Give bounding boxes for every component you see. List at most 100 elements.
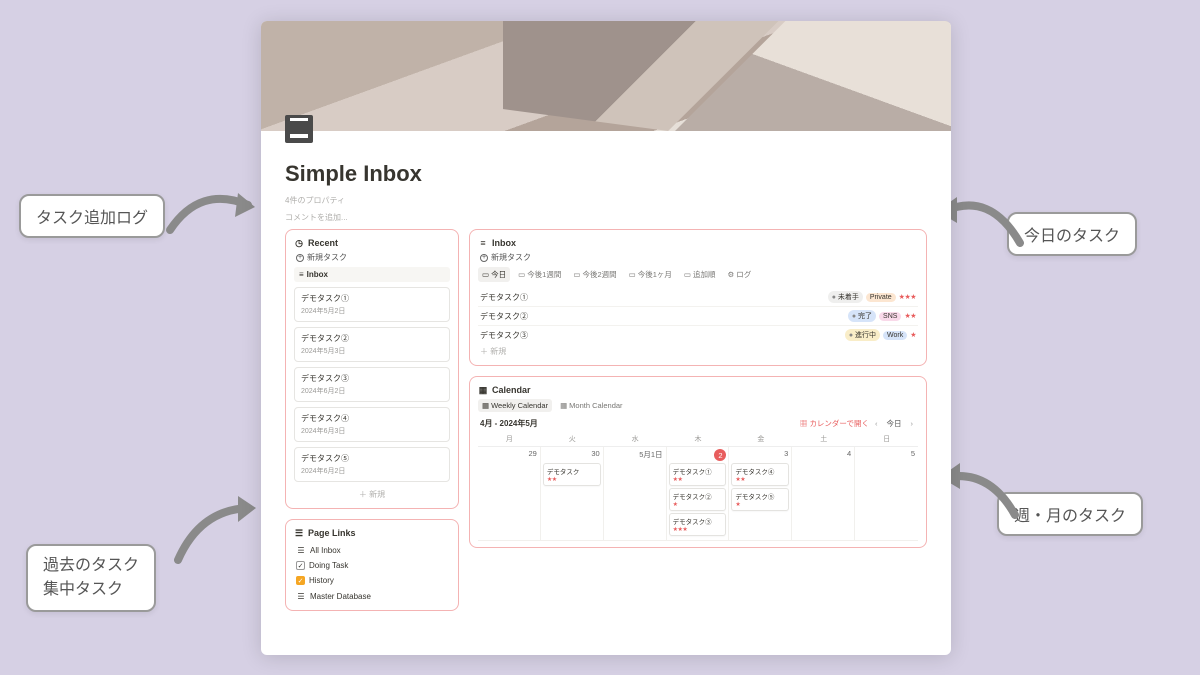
page-title[interactable]: Simple Inbox — [285, 161, 927, 187]
page-links-title: Page Links — [308, 528, 356, 538]
calendar-cell[interactable]: 4 — [792, 447, 855, 541]
database-icon: ☰ — [296, 591, 306, 601]
day-header: 金 — [729, 432, 792, 447]
tab-icon: ▭ — [518, 270, 525, 279]
calendar-cell[interactable]: 5月1日 — [604, 447, 667, 541]
calendar-event[interactable]: デモタスク②★ — [669, 488, 727, 511]
calendar-title: Calendar — [492, 385, 531, 395]
clock-icon: ◷ — [294, 238, 304, 248]
status-tag: ● 進行中 — [845, 329, 880, 341]
tab-icon: ▭ — [684, 270, 691, 279]
recent-card[interactable]: デモタスク④2024年6月3日 — [294, 407, 450, 442]
panel-page-links: ☰Page Links ☰All Inbox✓Doing Task✓Histor… — [285, 519, 459, 611]
recent-card[interactable]: デモタスク⑤2024年6月2日 — [294, 447, 450, 482]
tab-icon: ▭ — [573, 270, 580, 279]
calendar-cell[interactable]: 5 — [855, 447, 918, 541]
inbox-icon: ☰ — [296, 545, 306, 555]
new-task-button[interactable]: +新規タスク — [480, 252, 918, 263]
group-inbox[interactable]: ≡Inbox — [294, 267, 450, 282]
day-number: 3 — [784, 449, 788, 458]
checkbox-icon: ✓ — [296, 576, 305, 585]
arrow-icon — [170, 490, 260, 562]
page-link-item[interactable]: ☰Master Database — [294, 588, 450, 604]
recent-card[interactable]: デモタスク②2024年5月3日 — [294, 327, 450, 362]
recent-card[interactable]: デモタスク③2024年6月2日 — [294, 367, 450, 402]
day-number: 4 — [847, 449, 851, 458]
priority-stars: ★★ — [904, 312, 916, 320]
priority-stars: ★ — [910, 331, 916, 339]
tab-icon: ▭ — [629, 270, 636, 279]
inbox-tab[interactable]: ▭今後2週間 — [569, 267, 620, 282]
arrow-icon — [160, 175, 260, 245]
inbox-row[interactable]: デモタスク② ● 完了 SNS ★★ — [478, 307, 918, 326]
day-header: 火 — [541, 432, 604, 447]
inbox-tab[interactable]: ▭追加順 — [680, 267, 720, 282]
page-link-item[interactable]: ✓Doing Task — [294, 558, 450, 573]
status-tag: ● 未着手 — [828, 291, 863, 303]
calendar-event[interactable]: デモタスク★★ — [543, 463, 601, 486]
status-tag: ● 完了 — [848, 310, 876, 322]
link-icon: ☰ — [294, 528, 304, 538]
prev-button[interactable]: ‹ — [872, 419, 881, 428]
calendar-cell[interactable]: 30 デモタスク★★ — [541, 447, 604, 541]
calendar-icon: ▦ — [482, 401, 489, 410]
checkbox-icon: ✓ — [296, 561, 305, 570]
calendar-cell[interactable]: 3 デモタスク④★★デモタスク⑤★ — [729, 447, 792, 541]
calendar-event[interactable]: デモタスク④★★ — [731, 463, 789, 486]
tab-icon: ▭ — [482, 270, 489, 279]
callout-past-focus: 過去のタスク 集中タスク — [26, 544, 156, 612]
open-in-calendar[interactable]: ▦ カレンダーで開く — [800, 418, 869, 429]
panel-recent: ◷ Recent +新規タスク ≡Inbox デモタスク①2024年5月2日デモタ… — [285, 229, 459, 509]
inbox-tab[interactable]: ▭今後1週間 — [514, 267, 565, 282]
page-link-item[interactable]: ✓History — [294, 573, 450, 588]
day-header: 日 — [855, 432, 918, 447]
tab-icon: ⚙ — [727, 270, 734, 279]
inbox-row[interactable]: デモタスク③ ● 進行中 Work ★ — [478, 326, 918, 344]
calendar-cell[interactable]: 29 — [478, 447, 541, 541]
callout-today: 今日のタスク — [1007, 212, 1137, 256]
inbox-row[interactable]: デモタスク① ● 未着手 Private ★★★ — [478, 288, 918, 307]
add-comment[interactable]: コメントを追加... — [285, 212, 927, 223]
calendar-tab[interactable]: ▦ Month Calendar — [556, 399, 626, 412]
day-header: 木 — [667, 432, 730, 447]
list-icon: ≡ — [478, 238, 488, 248]
calendar-range: 4月 - 2024年5月 — [480, 418, 538, 429]
calendar-cell[interactable]: 2 デモタスク①★★デモタスク②★デモタスク③★★★ — [667, 447, 730, 541]
day-header: 水 — [604, 432, 667, 447]
add-row[interactable]: ＋ 新規 — [294, 487, 450, 502]
category-tag: SNS — [879, 312, 901, 321]
calendar-event[interactable]: デモタスク③★★★ — [669, 513, 727, 536]
day-number: 5 — [911, 449, 915, 458]
properties-hint[interactable]: 4件のプロパティ — [285, 195, 927, 206]
new-task-button[interactable]: +新規タスク — [296, 252, 450, 263]
calendar-event[interactable]: デモタスク⑤★ — [731, 488, 789, 511]
calendar-icon: ▦ — [560, 401, 567, 410]
cover-image — [261, 21, 951, 131]
day-number: 2 — [714, 449, 726, 461]
page-icon[interactable] — [285, 115, 313, 143]
calendar-icon: ▦ — [478, 385, 488, 395]
add-row[interactable]: ＋ 新規 — [478, 344, 918, 359]
day-number: 29 — [529, 449, 537, 458]
inbox-tab[interactable]: ▭今後1ヶ月 — [625, 267, 676, 282]
list-icon: ≡ — [299, 270, 304, 279]
day-header: 土 — [792, 432, 855, 447]
priority-stars: ★★★ — [899, 293, 916, 301]
today-button[interactable]: 今日 — [884, 418, 905, 429]
recent-card[interactable]: デモタスク①2024年5月2日 — [294, 287, 450, 322]
app-window: Simple Inbox 4件のプロパティ コメントを追加... ◷ Recent… — [261, 21, 951, 655]
calendar-tab[interactable]: ▦ Weekly Calendar — [478, 399, 552, 412]
recent-title: Recent — [308, 238, 338, 248]
day-number: 30 — [591, 449, 599, 458]
panel-calendar: ▦Calendar ▦ Weekly Calendar▦ Month Calen… — [469, 376, 927, 548]
day-header: 月 — [478, 432, 541, 447]
page-link-item[interactable]: ☰All Inbox — [294, 542, 450, 558]
panel-inbox: ≡Inbox +新規タスク ▭今日▭今後1週間▭今後2週間▭今後1ヶ月▭追加順⚙… — [469, 229, 927, 366]
inbox-tab[interactable]: ▭今日 — [478, 267, 510, 282]
calendar-event[interactable]: デモタスク①★★ — [669, 463, 727, 486]
category-tag: Private — [866, 293, 896, 302]
next-button[interactable]: › — [908, 419, 917, 428]
inbox-tab[interactable]: ⚙ログ — [723, 267, 755, 282]
category-tag: Work — [883, 331, 907, 340]
arrow-icon — [940, 455, 1020, 525]
